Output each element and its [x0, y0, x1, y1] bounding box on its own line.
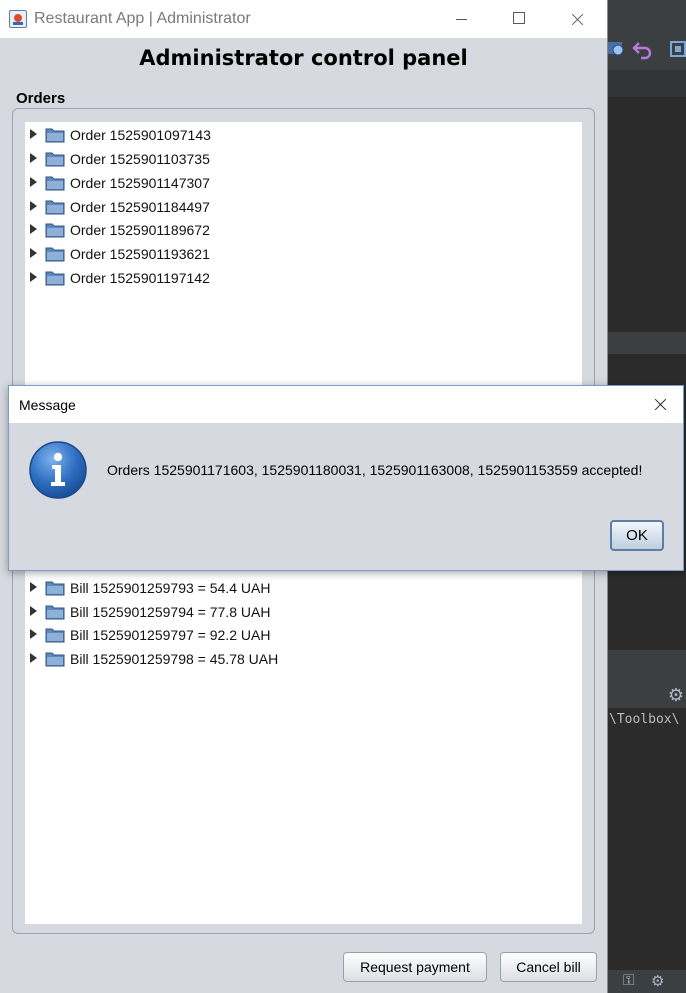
dialog-message: Orders 1525901171603, 1525901180031, 152… — [107, 462, 643, 478]
gear-icon[interactable]: ⚙ — [668, 685, 684, 706]
ide-path-text: \Toolbox\ — [609, 712, 680, 727]
expand-arrow-icon[interactable] — [30, 153, 37, 163]
tree-node-label: Order 1525901103735 — [70, 151, 210, 167]
expand-arrow-icon[interactable] — [30, 606, 37, 616]
cancel-bill-button[interactable]: Cancel bill — [500, 952, 597, 982]
tree-node-label: Order 1525901097143 — [70, 127, 211, 143]
tree-node-label: Bill 1525901259797 = 92.2 UAH — [70, 627, 271, 643]
tree-node-label: Order 1525901147307 — [70, 175, 210, 191]
folder-icon — [45, 628, 65, 643]
info-icon — [29, 441, 87, 499]
folder-icon — [45, 128, 65, 143]
maximize-button[interactable] — [490, 0, 548, 38]
folder-icon — [45, 247, 65, 262]
expand-arrow-icon[interactable] — [30, 129, 37, 139]
tree-node-label: Bill 1525901259794 = 77.8 UAH — [70, 604, 271, 620]
dialog-close-button[interactable] — [637, 386, 683, 423]
expand-arrow-icon[interactable] — [30, 224, 37, 234]
lock-icon[interactable]: ⚿ — [623, 972, 634, 989]
folder-icon — [45, 152, 65, 167]
tree-node-label: Order 1525901189672 — [70, 222, 210, 238]
minimize-button[interactable] — [432, 0, 490, 38]
expand-arrow-icon[interactable] — [30, 653, 37, 663]
expand-arrow-icon[interactable] — [30, 272, 37, 282]
folder-icon — [45, 652, 65, 667]
message-dialog: Message Orders 1525901171603, 1525901180… — [8, 385, 684, 571]
dialog-title: Message — [19, 397, 76, 413]
orders-label: Orders — [16, 90, 66, 107]
close-button[interactable] — [548, 0, 606, 38]
folder-icon — [45, 223, 65, 238]
tool-icon[interactable] — [667, 38, 686, 60]
folder-icon — [45, 271, 65, 286]
sync-icon[interactable] — [605, 38, 627, 60]
java-app-icon — [9, 10, 27, 28]
tree-node-label: Bill 1525901259793 = 54.4 UAH — [70, 580, 271, 596]
tree-node-label: Order 1525901197142 — [70, 270, 210, 286]
settings-icon[interactable]: ⚙ — [651, 972, 664, 990]
ide-titlebar — [607, 0, 686, 28]
expand-arrow-icon[interactable] — [30, 201, 37, 211]
tree-node-label: Bill 1525901259798 = 45.78 UAH — [70, 651, 279, 667]
folder-icon — [45, 200, 65, 215]
request-payment-button[interactable]: Request payment — [343, 952, 487, 982]
ok-button[interactable]: OK — [610, 520, 664, 551]
undo-icon[interactable] — [631, 38, 653, 60]
folder-icon — [45, 176, 65, 191]
tree-node-label: Order 1525901184497 — [70, 199, 210, 215]
dialog-title-bar: Message — [9, 386, 683, 423]
ide-statusbar: ⚿ ⚙ — [607, 970, 686, 993]
expand-arrow-icon[interactable] — [30, 582, 37, 592]
expand-arrow-icon[interactable] — [30, 177, 37, 187]
ide-toolbar — [607, 28, 686, 71]
tree-node-label: Order 1525901193621 — [70, 246, 210, 262]
expand-arrow-icon[interactable] — [30, 248, 37, 258]
window-title: Restaurant App | Administrator — [34, 10, 251, 27]
folder-icon — [45, 605, 65, 620]
title-bar: Restaurant App | Administrator — [0, 0, 607, 38]
expand-arrow-icon[interactable] — [30, 629, 37, 639]
folder-icon — [45, 581, 65, 596]
page-title: Administrator control panel — [139, 46, 468, 70]
